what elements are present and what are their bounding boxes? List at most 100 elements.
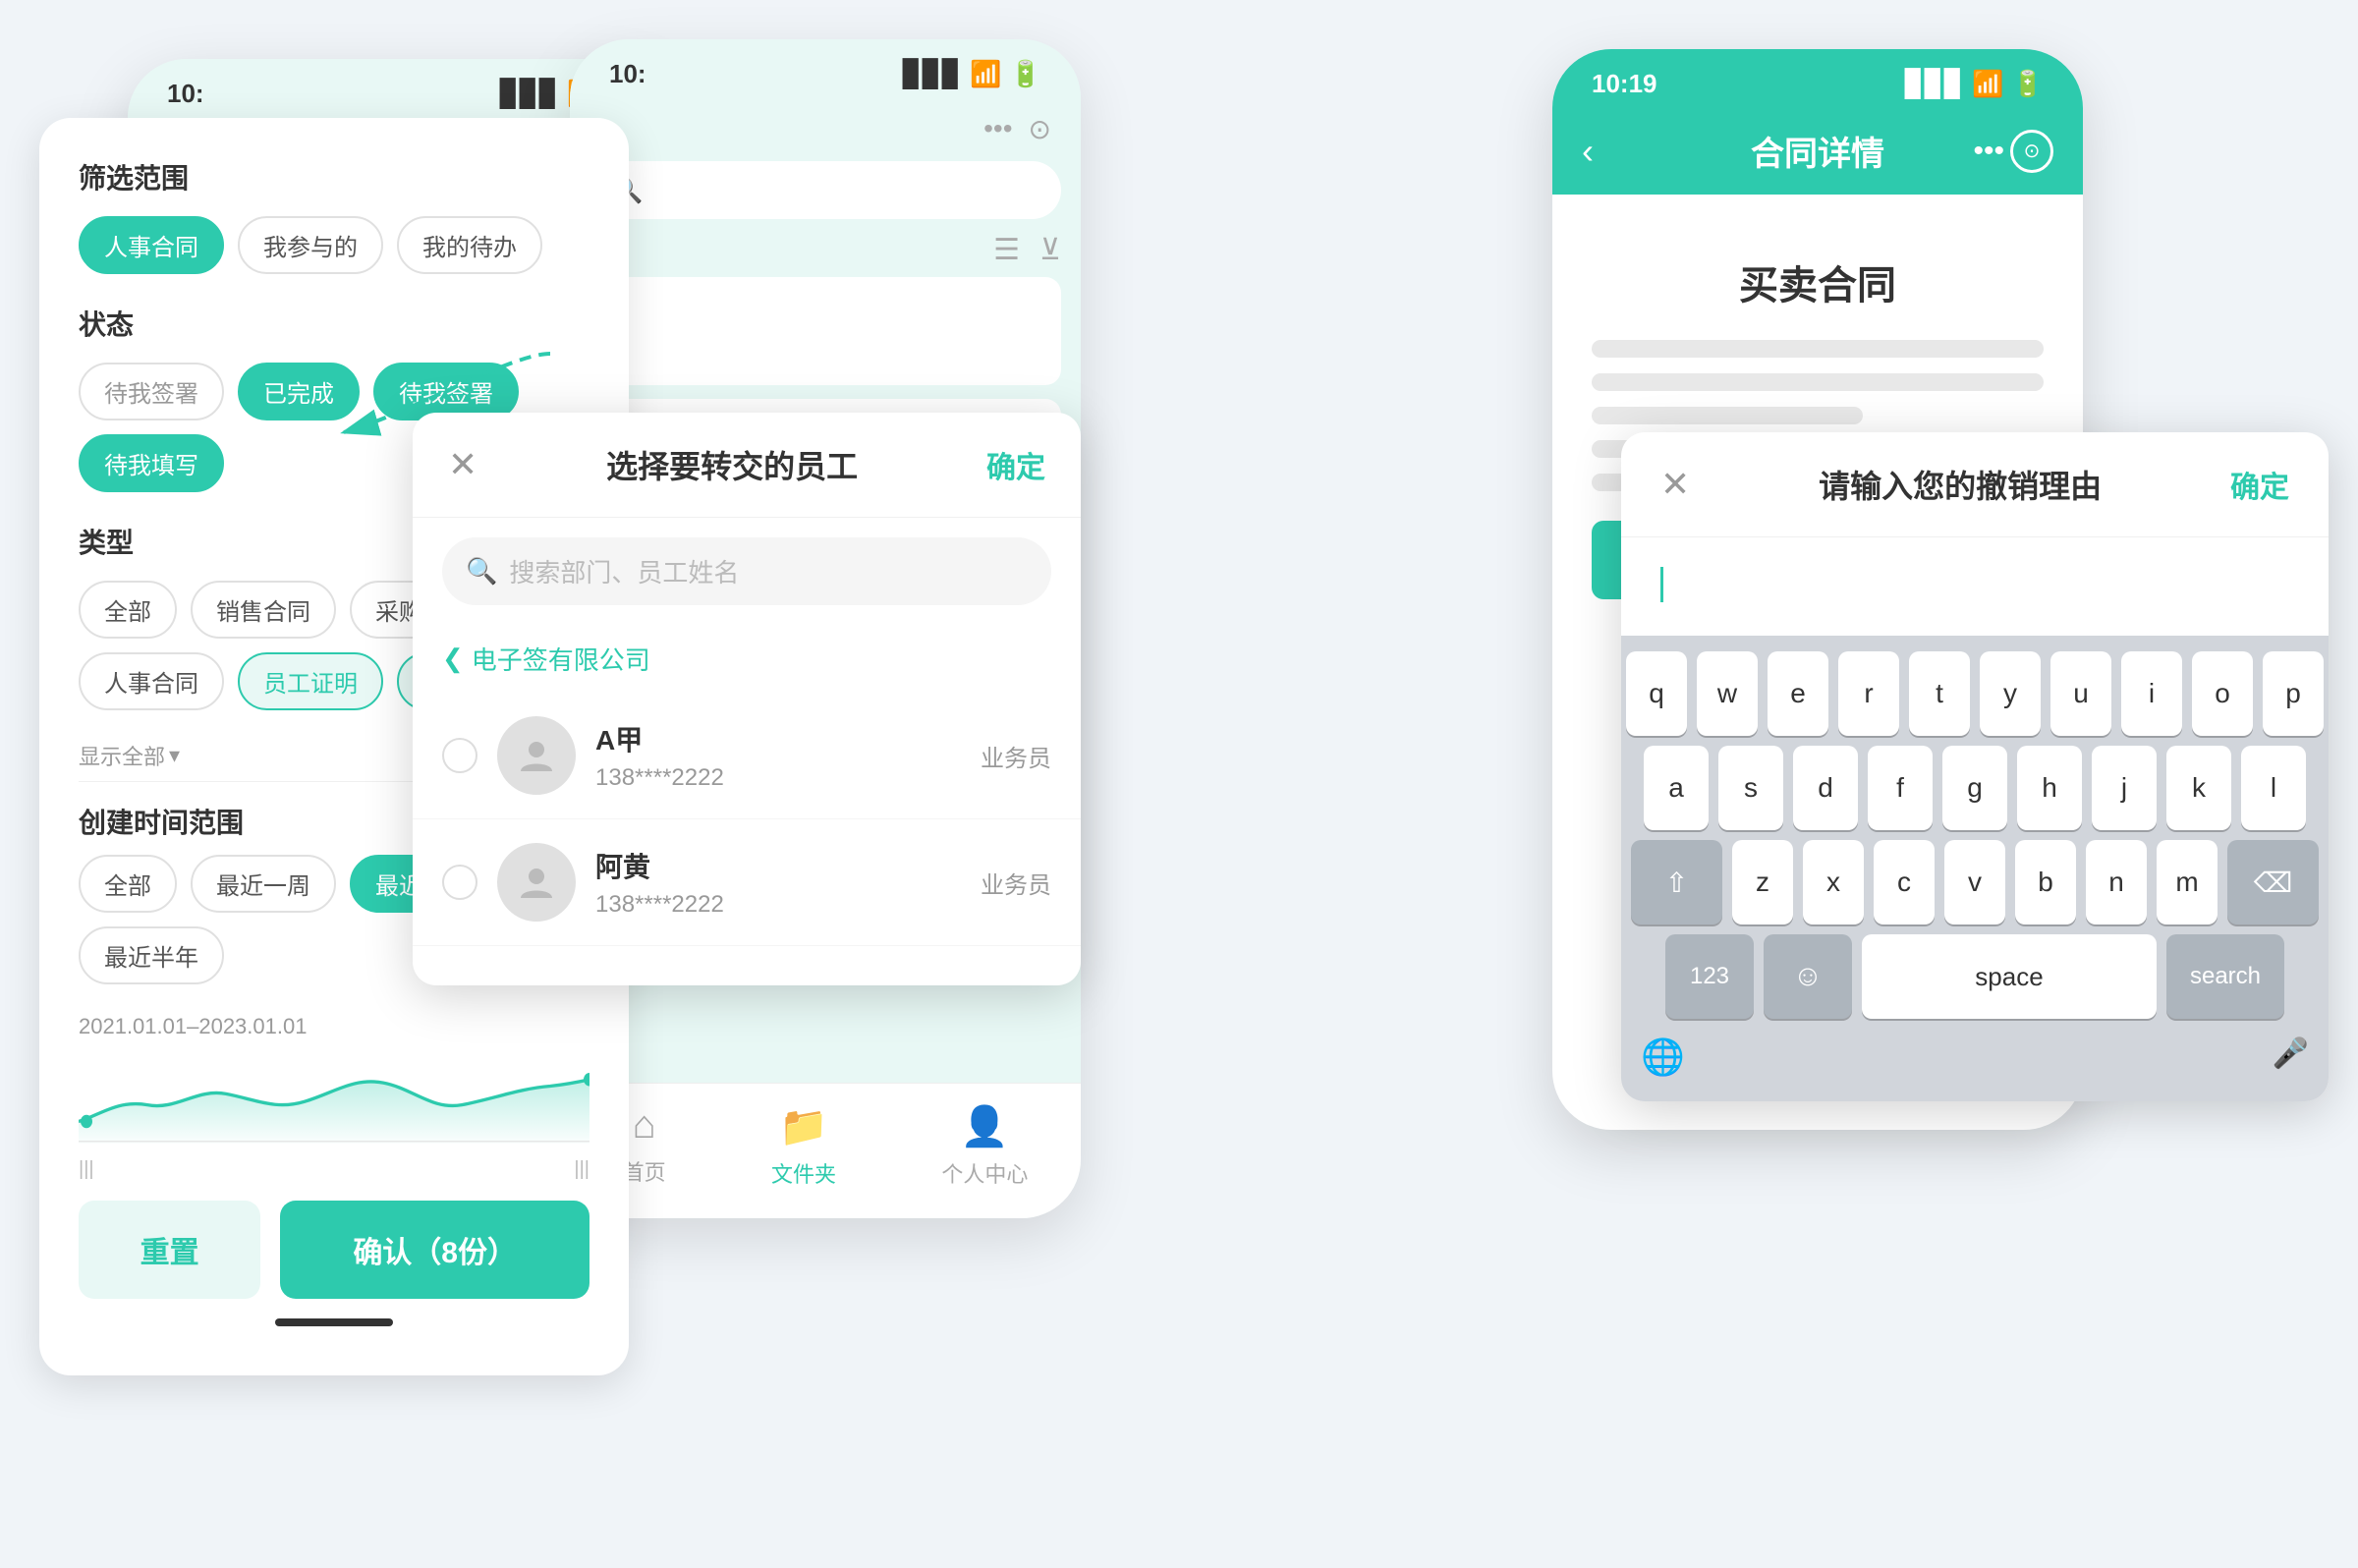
key-t[interactable]: t — [1909, 651, 1970, 736]
cancel-input-area[interactable] — [1621, 537, 2329, 636]
key-c[interactable]: c — [1874, 840, 1935, 924]
time-halfyear[interactable]: 最近半年 — [79, 926, 224, 984]
key-m[interactable]: m — [2157, 840, 2218, 924]
key-h[interactable]: h — [2017, 746, 2082, 830]
filter-time-title: 创建时间范围 — [79, 802, 244, 841]
tag-pending[interactable]: 我的待办 — [397, 216, 542, 274]
type-hr[interactable]: 人事合同 — [79, 652, 224, 710]
cancel-close-btn[interactable]: ✕ — [1660, 464, 1690, 505]
chart-axis: ||| ||| — [79, 1158, 590, 1181]
key-b[interactable]: b — [2015, 840, 2076, 924]
middle-header: ••• ⊙ — [570, 97, 1081, 161]
num-key[interactable]: 123 — [1665, 934, 1754, 1019]
transfer-panel: ✕ 选择要转交的员工 确定 🔍 搜索部门、员工姓名 ❮ 电子签有限公司 A甲 1… — [413, 413, 1081, 985]
key-r[interactable]: r — [1838, 651, 1899, 736]
emp-radio-1[interactable] — [442, 738, 477, 773]
keyboard-row-4: 123 ☺ space search — [1631, 934, 2319, 1019]
keyboard-row-3: ⇧ z x c v b n m ⌫ — [1631, 840, 2319, 924]
key-w[interactable]: w — [1697, 651, 1758, 736]
key-v[interactable]: v — [1944, 840, 2005, 924]
chevron-left-icon: ❮ — [442, 644, 464, 674]
status-wait-my-sign[interactable]: 待我签署 — [79, 363, 224, 420]
space-key[interactable]: space — [1862, 934, 2157, 1019]
show-all-link[interactable]: 显示全部 ▾ — [79, 740, 180, 771]
middle-record-icon[interactable]: ⊙ — [1029, 113, 1051, 145]
key-e[interactable]: e — [1768, 651, 1828, 736]
key-k[interactable]: k — [2166, 746, 2231, 830]
transfer-confirm-btn[interactable]: 确定 — [986, 443, 1045, 486]
search-bar[interactable]: 🔍 — [590, 161, 1061, 219]
tag-participated[interactable]: 我参与的 — [238, 216, 383, 274]
more-button[interactable]: ••• — [1973, 135, 2004, 168]
tab-profile-label: 个人中心 — [941, 1157, 1028, 1189]
swipe-handle — [275, 1318, 393, 1326]
key-f[interactable]: f — [1868, 746, 1933, 830]
employee-item-2[interactable]: 阿黄 138****2222 业务员 — [413, 819, 1081, 946]
cancel-confirm-btn[interactable]: 确定 — [2230, 463, 2289, 506]
transfer-search-bar[interactable]: 🔍 搜索部门、员工姓名 — [442, 537, 1051, 605]
search-key[interactable]: search — [2166, 934, 2284, 1019]
key-l[interactable]: l — [2241, 746, 2306, 830]
date-range-display: 2021.01.01–2023.01.01 — [79, 1014, 590, 1039]
mic-key[interactable]: 🎤 — [2273, 1036, 2309, 1078]
key-o[interactable]: o — [2192, 651, 2253, 736]
middle-time: 10: — [609, 59, 646, 89]
right-status-bar: 10:19 ▊▊▊ 📶 🔋 — [1552, 49, 2083, 107]
key-u[interactable]: u — [2050, 651, 2111, 736]
confirm-button[interactable]: 确认（8份） — [280, 1201, 590, 1299]
time-all[interactable]: 全部 — [79, 855, 177, 913]
type-all[interactable]: 全部 — [79, 581, 177, 639]
key-q[interactable]: q — [1626, 651, 1687, 736]
key-a[interactable]: a — [1644, 746, 1709, 830]
left-bg-time: 10: — [167, 79, 204, 109]
tab-profile[interactable]: 👤 个人中心 — [941, 1103, 1028, 1189]
right-time: 10:19 — [1592, 69, 1657, 99]
time-week[interactable]: 最近一周 — [191, 855, 336, 913]
globe-key[interactable]: 🌐 — [1641, 1036, 1685, 1078]
transfer-title: 选择要转交的员工 — [606, 442, 858, 487]
tab-bar: ⌂ 首页 📁 文件夹 👤 个人中心 — [570, 1083, 1081, 1218]
key-d[interactable]: d — [1793, 746, 1858, 830]
reset-button[interactable]: 重置 — [79, 1201, 260, 1299]
emp-name-2: 阿黄 — [595, 846, 961, 885]
record-button[interactable]: ⊙ — [2010, 130, 2053, 173]
company-link[interactable]: ❮ 电子签有限公司 — [413, 625, 1081, 693]
status-wait-fill[interactable]: 待我填写 — [79, 434, 224, 492]
key-j[interactable]: j — [2092, 746, 2157, 830]
employee-item-1[interactable]: A甲 138****2222 业务员 — [413, 693, 1081, 819]
cancel-title: 请输入您的撤销理由 — [1819, 462, 2102, 507]
record-dot: ⊙ — [2024, 139, 2041, 163]
emoji-key[interactable]: ☺ — [1764, 934, 1852, 1019]
home-icon: ⌂ — [633, 1103, 656, 1148]
key-g[interactable]: g — [1942, 746, 2007, 830]
search-icon-transfer: 🔍 — [466, 556, 497, 587]
shift-key[interactable]: ⇧ — [1631, 840, 1722, 924]
key-n[interactable]: n — [2086, 840, 2147, 924]
filter-status-title: 状态 — [79, 304, 590, 343]
key-p[interactable]: p — [2263, 651, 2324, 736]
tag-hr-contract[interactable]: 人事合同 — [79, 216, 224, 274]
type-employee-cert[interactable]: 员工证明 — [238, 652, 383, 710]
middle-ellipsis-icon[interactable]: ••• — [983, 113, 1012, 145]
key-x[interactable]: x — [1803, 840, 1864, 924]
tab-folder-label: 文件夹 — [771, 1157, 836, 1189]
contract-title-area: 买卖合同 — [1552, 195, 2083, 340]
key-z[interactable]: z — [1732, 840, 1793, 924]
trend-chart — [79, 1055, 590, 1144]
back-button[interactable]: ‹ — [1582, 131, 1594, 172]
key-s[interactable]: s — [1718, 746, 1783, 830]
key-i[interactable]: i — [2121, 651, 2182, 736]
tab-home[interactable]: ⌂ 首页 — [623, 1103, 666, 1189]
transfer-close-btn[interactable]: ✕ — [448, 444, 477, 485]
key-y[interactable]: y — [1980, 651, 2041, 736]
status-completed[interactable]: 已完成 — [238, 363, 360, 420]
tab-folder[interactable]: 📁 文件夹 — [771, 1103, 836, 1189]
delete-key[interactable]: ⌫ — [2227, 840, 2319, 924]
emp-radio-2[interactable] — [442, 865, 477, 900]
tab-home-label: 首页 — [623, 1155, 666, 1187]
right-phone-header: ‹ 合同详情 ••• ⊙ — [1552, 107, 2083, 195]
type-sales[interactable]: 销售合同 — [191, 581, 336, 639]
filter-icon-mid[interactable]: ⊻ — [1039, 233, 1061, 267]
sort-icon-mid[interactable]: ☰ — [993, 233, 1020, 267]
keyboard-row-2: a s d f g h j k l — [1631, 746, 2319, 830]
